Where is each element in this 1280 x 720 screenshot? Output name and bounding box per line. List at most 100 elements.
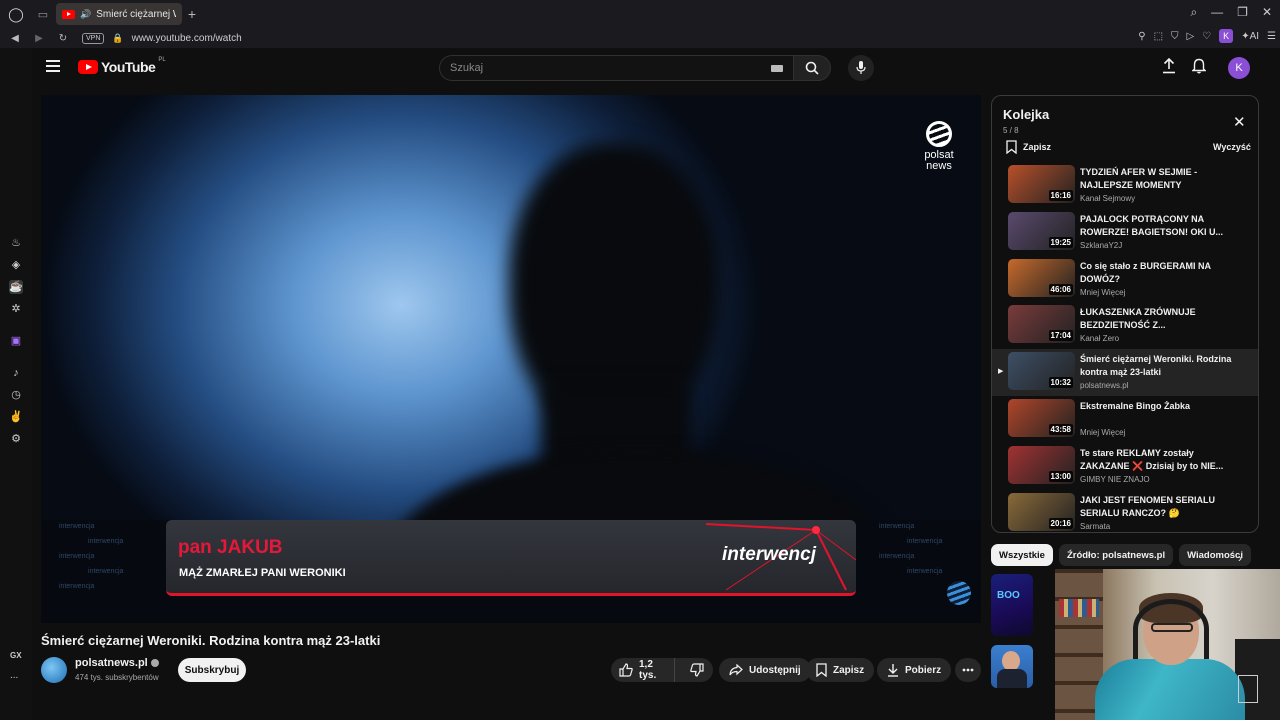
channel-avatar[interactable] (41, 657, 67, 683)
band-word: interwencja (907, 568, 943, 575)
share-icon (729, 664, 743, 676)
gx-logo[interactable]: GX (10, 651, 22, 660)
queue-thumbnail: 19:25 (1008, 211, 1075, 250)
opera-menu-icon[interactable]: ◯ (0, 0, 32, 28)
subscribe-button[interactable]: Subskrybuj (178, 658, 246, 682)
recommendation-thumbnail[interactable] (991, 645, 1033, 688)
back-icon[interactable]: ◀ (6, 33, 24, 44)
sidebar-more-icon[interactable]: ... (10, 670, 18, 681)
queue-item[interactable]: 17:04 ŁUKASZENKA ZRÓWNUJE BEZDZIETNOŚĆ Z… (992, 302, 1258, 349)
gx-control-icon[interactable]: ♨ (9, 236, 23, 250)
youtube-logo[interactable]: YouTube PL (78, 57, 166, 75)
recommendation-thumbnail[interactable]: BOO (991, 574, 1033, 636)
save-button[interactable]: Zapisz (806, 658, 875, 682)
queue-thumbnail: 17:04 (1008, 305, 1075, 344)
queue-item[interactable]: 16:16 TYDZIEŃ AFER W SEJMIE - NAJLEPSZE … (992, 162, 1258, 209)
band-word: interwencja (879, 523, 915, 530)
duration-badge: 43:58 (1048, 423, 1073, 435)
queue-item-title: Śmierć ciężarnej Weroniki. Rodzina kontr… (1080, 354, 1232, 378)
share-label: Udostępnij (749, 664, 801, 676)
restore-icon[interactable]: ❐ (1237, 5, 1248, 20)
url-field[interactable]: www.youtube.com/watch (132, 33, 242, 44)
video-player[interactable]: polsat news interwencja interwencja inte… (41, 95, 981, 623)
easy-setup-icon[interactable]: ☰ (1267, 31, 1276, 42)
speaker-icon[interactable]: 🔊 (80, 9, 91, 20)
search-input[interactable]: Szukaj (439, 55, 793, 81)
aria-ai-button[interactable]: ✦AI (1241, 31, 1259, 42)
channel-name[interactable]: polsatnews.pl (75, 657, 159, 669)
duration-badge: 46:06 (1048, 283, 1073, 295)
history-icon[interactable]: ◷ (9, 388, 23, 402)
notifications-button[interactable] (1191, 58, 1207, 79)
nameplate-name: pan JAKUB (178, 537, 283, 558)
thumbnail-suit (997, 669, 1027, 688)
queue-item-channel: Mniej Więcej (1080, 287, 1126, 297)
filter-chips: Wszystkie Źródło: polsatnews.pl Wiadomoś… (991, 544, 1251, 566)
music-player-icon[interactable]: ♪ (9, 366, 23, 380)
settings-icon[interactable]: ⚙ (9, 432, 23, 446)
heart-icon[interactable]: ♡ (1202, 31, 1211, 42)
menu-icon[interactable] (46, 60, 60, 72)
brand-line2: news (926, 160, 952, 172)
chip-source[interactable]: Źródło: polsatnews.pl (1058, 544, 1174, 566)
queue-item[interactable]: 20:16 JAKI JEST FENOMEN SERIALU SERIALU … (992, 490, 1258, 532)
play-icon[interactable]: ▷ (1187, 31, 1195, 42)
ai-label: AI (1249, 30, 1260, 42)
queue-item[interactable]: 19:25 PAJALOCK POTRĄCONY NA ROWERZE! BAG… (992, 209, 1258, 256)
shield-icon[interactable]: ⛉ (1171, 31, 1179, 42)
queue-item-now-playing[interactable]: ▶ 10:32 Śmierć ciężarnej Weroniki. Rodzi… (992, 349, 1258, 396)
minimize-icon[interactable]: — (1211, 5, 1223, 20)
queue-thumbnail: 43:58 (1008, 398, 1075, 437)
duration-badge: 20:16 (1048, 517, 1073, 529)
account-avatar[interactable]: K (1228, 57, 1250, 79)
polsat-news-logo: polsat news (909, 121, 969, 172)
like-button[interactable]: 1,2 tys. (611, 658, 675, 682)
forward-icon[interactable]: ▶ (30, 33, 48, 44)
microphone-icon (856, 61, 866, 74)
nameplate: pan JAKUB MĄŻ ZMARŁEJ PANI WERONIKI inte… (166, 520, 856, 596)
polsat-globe-icon (926, 121, 952, 147)
voice-search-button[interactable] (848, 55, 874, 81)
reload-icon[interactable]: ↻ (54, 33, 72, 44)
profile-extension-icon[interactable]: K (1219, 29, 1234, 43)
search-tabs-icon[interactable]: ⌕ (1190, 5, 1197, 20)
band-word: interwencja (59, 553, 95, 560)
queue-item[interactable]: 13:00 Te stare REKLAMY zostały ZAKAZANE … (992, 443, 1258, 490)
queue-item[interactable]: 46:06 Co się stało z BURGERAMI NA DOWÓZ?… (992, 256, 1258, 303)
lock-icon[interactable]: 🔒 (112, 33, 123, 44)
snapshot-icon[interactable]: ⬚ (1154, 31, 1163, 42)
chip-all[interactable]: Wszystkie (991, 544, 1053, 566)
hot-tabs-icon[interactable]: ☕ (9, 280, 23, 294)
gx-cleaner-icon[interactable]: ✲ (9, 302, 23, 316)
search-bar: Szukaj (439, 55, 831, 81)
new-tab-icon[interactable]: + (182, 6, 202, 22)
thumbs-up-icon (619, 663, 633, 677)
workspaces-icon[interactable]: ▭ (32, 0, 54, 28)
save-queue-button[interactable]: Zapisz (1006, 140, 1051, 154)
create-button[interactable] (1162, 57, 1176, 79)
channel-name-text: polsatnews.pl (75, 657, 148, 669)
pin-icon[interactable]: ⚲ (1138, 31, 1145, 42)
more-actions-button[interactable] (955, 658, 981, 682)
search-placeholder: Szukaj (450, 62, 484, 74)
queue-item[interactable]: 43:58 Ekstremalne Bingo Żabka Mniej Więc… (992, 396, 1258, 443)
keyboard-icon[interactable] (771, 64, 783, 72)
band-word: interwencja (59, 523, 95, 530)
download-button[interactable]: Pobierz (877, 658, 952, 682)
browser-tab[interactable]: 🔊 Śmierć ciężarnej Weroniki. Rodzina kon… (56, 3, 182, 25)
twitch-icon[interactable]: ▣ (9, 334, 23, 348)
vpn-badge[interactable]: VPN (82, 32, 105, 44)
search-button[interactable] (793, 55, 831, 81)
download-icon (888, 664, 898, 677)
dislike-button[interactable] (681, 658, 713, 682)
queue-position: 5 / 8 (1003, 126, 1019, 135)
bell-icon (1191, 58, 1207, 74)
close-queue-icon[interactable]: ✕ (1233, 113, 1246, 131)
clear-queue-button[interactable]: Wyczyść (1213, 142, 1251, 152)
chevron-right-icon[interactable]: › (1238, 551, 1242, 565)
gx-corner-icon[interactable]: ◈ (9, 258, 23, 272)
share-button[interactable]: Udostępnij (719, 658, 811, 682)
duration-badge: 13:00 (1048, 470, 1073, 482)
close-window-icon[interactable]: ✕ (1262, 5, 1272, 20)
extensions-icon[interactable]: ✌ (9, 410, 23, 424)
